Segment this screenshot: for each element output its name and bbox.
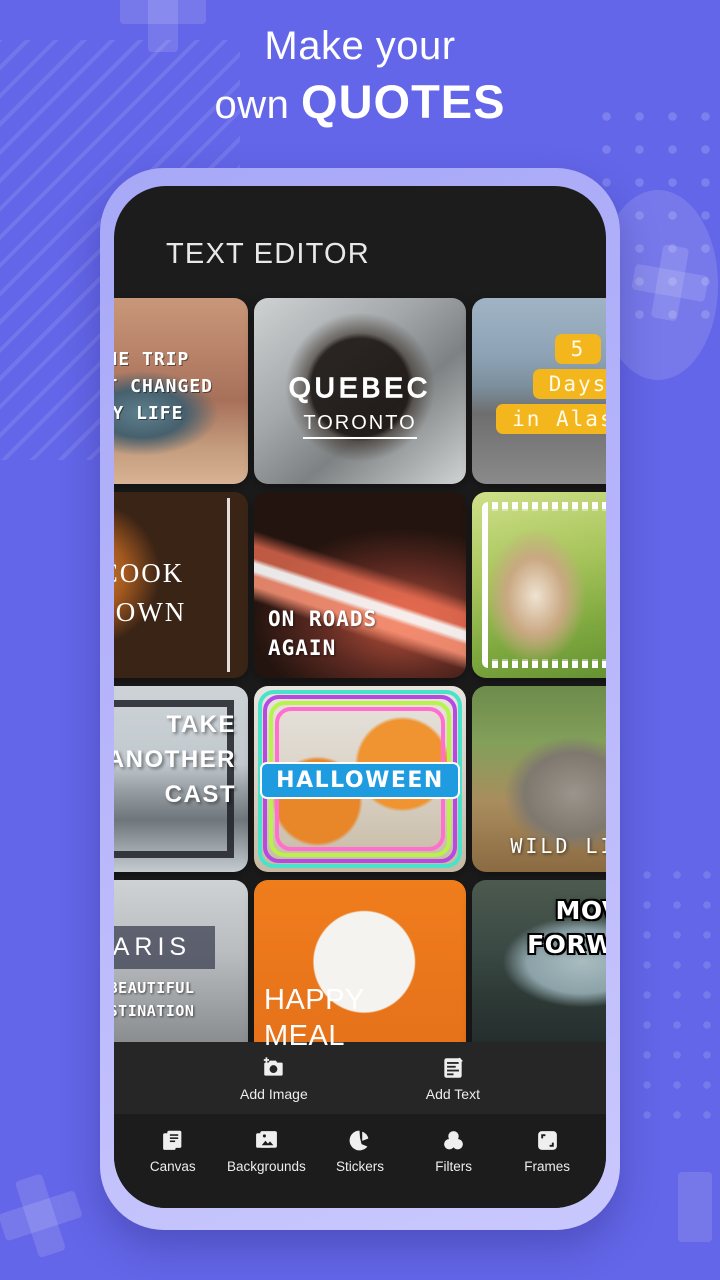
card-trip[interactable]: THE TRIP THAT CHANGED MY LIFE — [114, 298, 248, 484]
card-text: COOK TOWN — [114, 554, 248, 632]
card-take[interactable]: TAKE ANOTHER CAST — [114, 686, 248, 872]
gallery-row: TAKE ANOTHER CAST HALLOWEEN WILD LIFE — [114, 686, 606, 872]
card-text-line: MEAL — [264, 1019, 345, 1052]
add-text-icon — [440, 1055, 466, 1081]
card-text: THE TRIP THAT CHANGED MY LIFE — [114, 346, 248, 427]
nav-item-canvas[interactable]: Canvas — [129, 1128, 217, 1174]
nav-label-stickers: Stickers — [335, 1159, 384, 1174]
card-text-line: DESTINATION — [114, 1001, 195, 1020]
nav-label-backgrounds: Backgrounds — [226, 1159, 306, 1174]
gallery-row: COOK TOWN ON ROADS AGAIN — [114, 492, 606, 678]
canvas-icon — [160, 1128, 185, 1153]
square-decoration — [678, 1172, 712, 1242]
nav-label-frames: Frames — [524, 1159, 571, 1174]
frames-icon — [535, 1128, 560, 1153]
bottom-nav: Canvas Backgrounds Stickers Filters Fram… — [114, 1114, 606, 1208]
page-title: TEXT EDITOR — [166, 238, 370, 270]
nav-item-stickers[interactable]: Stickers — [316, 1128, 404, 1174]
card-child[interactable] — [472, 492, 606, 678]
headline-line-2: own QUOTES — [0, 70, 720, 133]
card-text-line: AGAIN — [268, 635, 337, 660]
card-text: 5 Days in Alaska — [472, 334, 606, 439]
dot-grid-decoration-bottom — [632, 860, 712, 1120]
card-quebec[interactable]: QUEBEC TORONTO — [254, 298, 466, 484]
gallery-row: PARIS A BEAUTIFUL DESTINATION HAPPY MEAL — [114, 880, 606, 1066]
card-text-line: CAST — [164, 780, 236, 808]
card-title: QUEBEC — [288, 371, 432, 403]
nav-item-backgrounds[interactable]: Backgrounds — [222, 1128, 310, 1174]
card-roads[interactable]: ON ROADS AGAIN — [254, 492, 466, 678]
nav-item-frames[interactable]: Frames — [503, 1128, 591, 1174]
gallery-row: THE TRIP THAT CHANGED MY LIFE QUEBEC TOR… — [114, 298, 606, 484]
wavy-frame-decoration — [482, 502, 606, 668]
add-text-label: Add Text — [425, 1085, 480, 1102]
card-text-line: 5 — [554, 334, 602, 364]
card-text-line: HAPPY — [264, 983, 365, 1016]
promo-headline: Make your own QUOTES — [0, 22, 720, 133]
nav-label-filters: Filters — [435, 1159, 472, 1174]
phone-mockup: TEXT EDITOR THE TRIP THAT CHANGED MY LIF… — [100, 168, 620, 1230]
card-text-line: ON ROADS — [268, 607, 378, 632]
backgrounds-icon — [254, 1128, 279, 1153]
card-text-line: in Alaska — [496, 404, 606, 434]
card-text-line: Days — [532, 369, 606, 399]
card-subtitle-text: TORONTO — [303, 412, 417, 439]
card-badge-text: HALLOWEEN — [260, 762, 460, 799]
card-paris[interactable]: PARIS A BEAUTIFUL DESTINATION — [114, 880, 248, 1066]
card-subtitle: TORONTO — [254, 412, 466, 439]
card-alaska[interactable]: 5 Days in Alaska — [472, 298, 606, 484]
card-badge: HALLOWEEN — [254, 762, 466, 799]
headline-line-1: Make your — [264, 24, 456, 68]
card-text-line: TOWN — [114, 597, 187, 628]
stickers-icon — [347, 1128, 372, 1153]
nav-label-canvas: Canvas — [149, 1159, 196, 1174]
card-text: TAKE ANOTHER CAST — [114, 708, 236, 812]
card-cooktown[interactable]: COOK TOWN — [114, 492, 248, 678]
headline-emphasis: QUOTES — [301, 75, 506, 128]
card-text-line: THE TRIP — [114, 349, 190, 370]
filters-icon — [441, 1128, 466, 1153]
card-moving[interactable]: MOVING FORWARD — [472, 880, 606, 1066]
app-screen: TEXT EDITOR THE TRIP THAT CHANGED MY LIF… — [114, 186, 606, 1208]
card-text: WILD LIFE — [510, 834, 606, 858]
card-text: ON ROADS AGAIN — [268, 605, 377, 662]
card-text-line: ANOTHER — [114, 745, 236, 773]
card-text-line: TAKE — [166, 711, 236, 738]
template-gallery: THE TRIP THAT CHANGED MY LIFE QUEBEC TOR… — [114, 298, 606, 1066]
card-text: MOVING FORWARD — [527, 894, 606, 962]
nav-item-filters[interactable]: Filters — [410, 1128, 498, 1174]
add-image-icon — [261, 1055, 287, 1081]
card-text-line: MOVING — [555, 896, 606, 925]
card-text: PARIS A BEAUTIFUL DESTINATION — [114, 926, 248, 1022]
add-image-label: Add Image — [240, 1085, 308, 1102]
card-halloween[interactable]: HALLOWEEN — [254, 686, 466, 872]
card-text-line: A BEAUTIFUL — [114, 979, 195, 997]
card-wildlife[interactable]: WILD LIFE — [472, 686, 606, 872]
headline-prefix: own — [214, 83, 302, 127]
card-text-line: MY LIFE — [114, 403, 184, 424]
add-text-button[interactable]: Add Text — [426, 1055, 480, 1102]
card-text-line: FORWARD — [527, 929, 606, 959]
card-title: PARIS — [114, 926, 216, 969]
card-text-line: COOK — [114, 558, 185, 588]
add-image-button[interactable]: Add Image — [240, 1055, 308, 1102]
card-subtitle: A BEAUTIFUL DESTINATION — [114, 977, 248, 1022]
card-text-line: THAT CHANGED — [114, 376, 214, 397]
card-text: HAPPY MEAL — [264, 982, 365, 1055]
card-happymeal[interactable]: HAPPY MEAL — [254, 880, 466, 1066]
